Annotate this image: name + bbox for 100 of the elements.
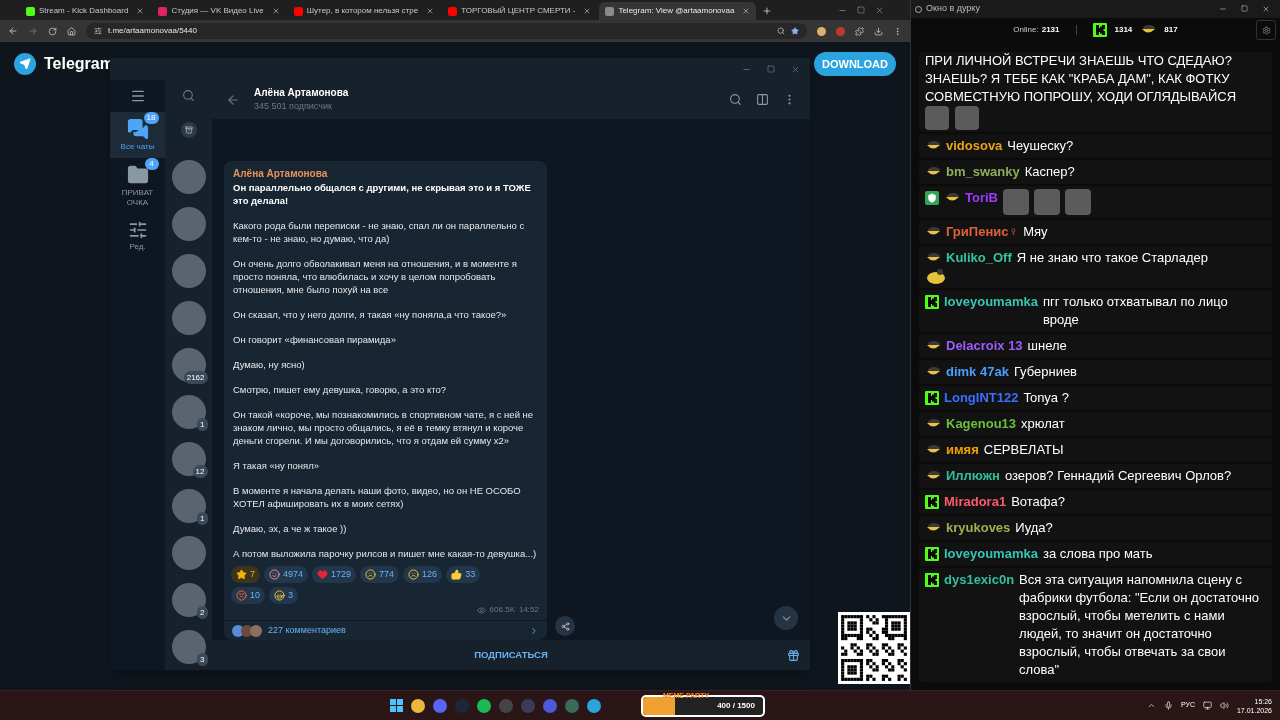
share-button[interactable] (555, 616, 575, 636)
emote-image-placeholder (1065, 189, 1091, 215)
chat-username[interactable]: Miradora1 (944, 493, 1007, 511)
post-paragraph: А потом выложила парочку рилсов и пишет мне какая-то девушка...) (233, 547, 538, 560)
channel-name: Алёна Артамонова (254, 86, 350, 101)
new-tab-icon[interactable] (762, 6, 773, 16)
post-paragraph: Он очень долго обволакивал меня на отношения, и в моменте я просто поняла, что влюбилась и хочу в целом попробовать отношения, мне было похуй на все (233, 257, 518, 296)
minimize-icon[interactable] (1219, 5, 1227, 13)
site-settings-icon[interactable] (94, 27, 102, 35)
taskbar-app-icon[interactable] (586, 698, 601, 713)
chat-username[interactable]: dimk 47ak (946, 363, 1009, 381)
chat-text: Tonya ? (1023, 389, 1070, 407)
windows-start-icon[interactable] (389, 699, 403, 712)
extensions-icon[interactable] (855, 26, 864, 36)
chat-username[interactable]: ToriB (965, 189, 998, 207)
close-icon[interactable] (875, 6, 884, 15)
reaction-chip[interactable]: 774 (360, 566, 400, 583)
folder-tab[interactable]: 4 ПРИВАТ ОЧКА (110, 158, 165, 214)
back-icon[interactable] (8, 26, 18, 36)
search-icon[interactable] (729, 93, 742, 106)
chat-username[interactable]: имяя (946, 441, 979, 459)
tab-favicon-icon (158, 6, 168, 16)
sidebar-toggle-icon[interactable] (756, 93, 769, 106)
subscriber-count: 345 501 подписчик (254, 100, 333, 114)
chat-username[interactable]: LongINT122 (944, 389, 1019, 407)
chat-username[interactable]: Иллюжн (946, 467, 1000, 485)
progress-text: 400 / 1500 (717, 699, 755, 712)
reaction-chip[interactable]: 10 (231, 587, 265, 604)
telegram-logo-icon (14, 53, 36, 75)
reaction-chip[interactable]: 7 (231, 566, 260, 583)
browser-tab[interactable]: Шутер, в котором нельзя стре (287, 2, 441, 20)
search-icon[interactable] (182, 88, 195, 102)
back-icon[interactable] (226, 92, 240, 107)
folder-tab[interactable]: 18 Все чаты (110, 112, 165, 158)
monitor-icon[interactable] (1202, 701, 1212, 710)
chat-username[interactable]: ГриПенис♀ (946, 223, 1019, 241)
volume-icon[interactable] (1219, 701, 1229, 710)
chat-username[interactable]: dys1exic0n (944, 571, 1015, 589)
reaction-chip[interactable]: 1729 (312, 566, 357, 583)
reaction-chip[interactable]: 126 (403, 566, 443, 583)
reaction-chip[interactable]: 33 (446, 566, 481, 583)
close-icon[interactable] (136, 7, 145, 15)
home-icon[interactable] (67, 26, 76, 36)
chat-username[interactable]: Kuliko_Off (946, 249, 1012, 267)
maximize-icon[interactable] (1241, 5, 1248, 12)
reload-icon[interactable] (48, 26, 57, 36)
unread-count: 1 (197, 418, 208, 431)
close-icon[interactable] (791, 64, 800, 74)
reaction-chip[interactable]: 3 (269, 587, 299, 604)
archive-button[interactable] (180, 121, 197, 138)
taskbar-app-icon[interactable] (410, 698, 425, 713)
archive-icon (184, 125, 193, 134)
close-icon[interactable] (271, 7, 280, 15)
tab-favicon-icon (605, 6, 615, 16)
comments-link[interactable]: 227 комментариев (224, 620, 547, 640)
zoom-icon[interactable] (777, 27, 785, 35)
chat-username[interactable]: bm_swanky (946, 163, 1020, 181)
chat-username[interactable]: Delacroix 13 (946, 337, 1023, 355)
emote-image-placeholder (955, 106, 979, 130)
taskbar-app-icon[interactable] (476, 698, 491, 713)
post-author: Алёна Артамонова (233, 167, 329, 181)
menu-icon[interactable] (893, 26, 902, 36)
subscribe-button[interactable]: ПОДПИСАТЬСЯ (474, 647, 548, 663)
window-title: Окно в дурку (926, 2, 981, 16)
maximize-icon[interactable] (857, 6, 865, 14)
chat-username[interactable]: Kagenou13 (946, 415, 1017, 433)
menu-icon[interactable] (129, 88, 146, 104)
microphone-icon[interactable] (1163, 701, 1173, 710)
browser-tab[interactable]: Студия — VK Видео Live (152, 2, 286, 20)
close-icon[interactable] (583, 7, 592, 15)
reaction-chip[interactable]: 4974 (264, 566, 309, 583)
scroll-down-button[interactable] (774, 606, 798, 630)
chat-username[interactable]: kryukoves (946, 519, 1011, 537)
bookmark-star-icon[interactable] (791, 27, 799, 35)
chat-avatar[interactable] (171, 347, 206, 382)
kick-viewer-count: 1314 (1114, 24, 1133, 36)
post-paragraph: Он говорит «финансовая пирамида» (233, 333, 397, 346)
browser-tab[interactable]: ТОРГОВЫЙ ЦЕНТР СМЕРТИ - (442, 2, 598, 20)
settings-button[interactable] (1256, 20, 1276, 40)
address-bar[interactable]: t.me/artaamonovaa/5440 (86, 23, 807, 39)
close-icon[interactable] (426, 7, 435, 15)
forward-icon[interactable] (28, 26, 38, 36)
download-icon[interactable] (874, 26, 883, 36)
settings-icon (1261, 25, 1271, 35)
tab-favicon-icon (293, 6, 303, 16)
viewer-count: 817 (1164, 24, 1178, 36)
folder-tab[interactable]: Ред. (110, 214, 165, 258)
chat-text: озеров? Геннадий Сергеевич Орлов? (1004, 467, 1233, 485)
browser-tab[interactable]: Stream - Kick Dashboard (20, 2, 151, 20)
close-icon[interactable] (742, 7, 751, 15)
post-paragraph: Думаю, ну ясно) (233, 358, 306, 371)
chat-avatar[interactable] (171, 441, 206, 476)
chat-username[interactable]: loveyoumamka (944, 545, 1038, 563)
chat-username[interactable]: vidosova (946, 137, 1003, 155)
chat-username[interactable]: loveyoumamka (944, 293, 1038, 311)
close-icon[interactable] (1262, 5, 1270, 13)
tray-expand-icon[interactable] (1146, 701, 1156, 710)
chat-text: пгг только отхватывал по лицо вроде (1042, 293, 1229, 329)
browser-tab[interactable]: Telegram: View @artaamonovaa (599, 2, 757, 20)
gift-icon[interactable] (787, 648, 800, 662)
